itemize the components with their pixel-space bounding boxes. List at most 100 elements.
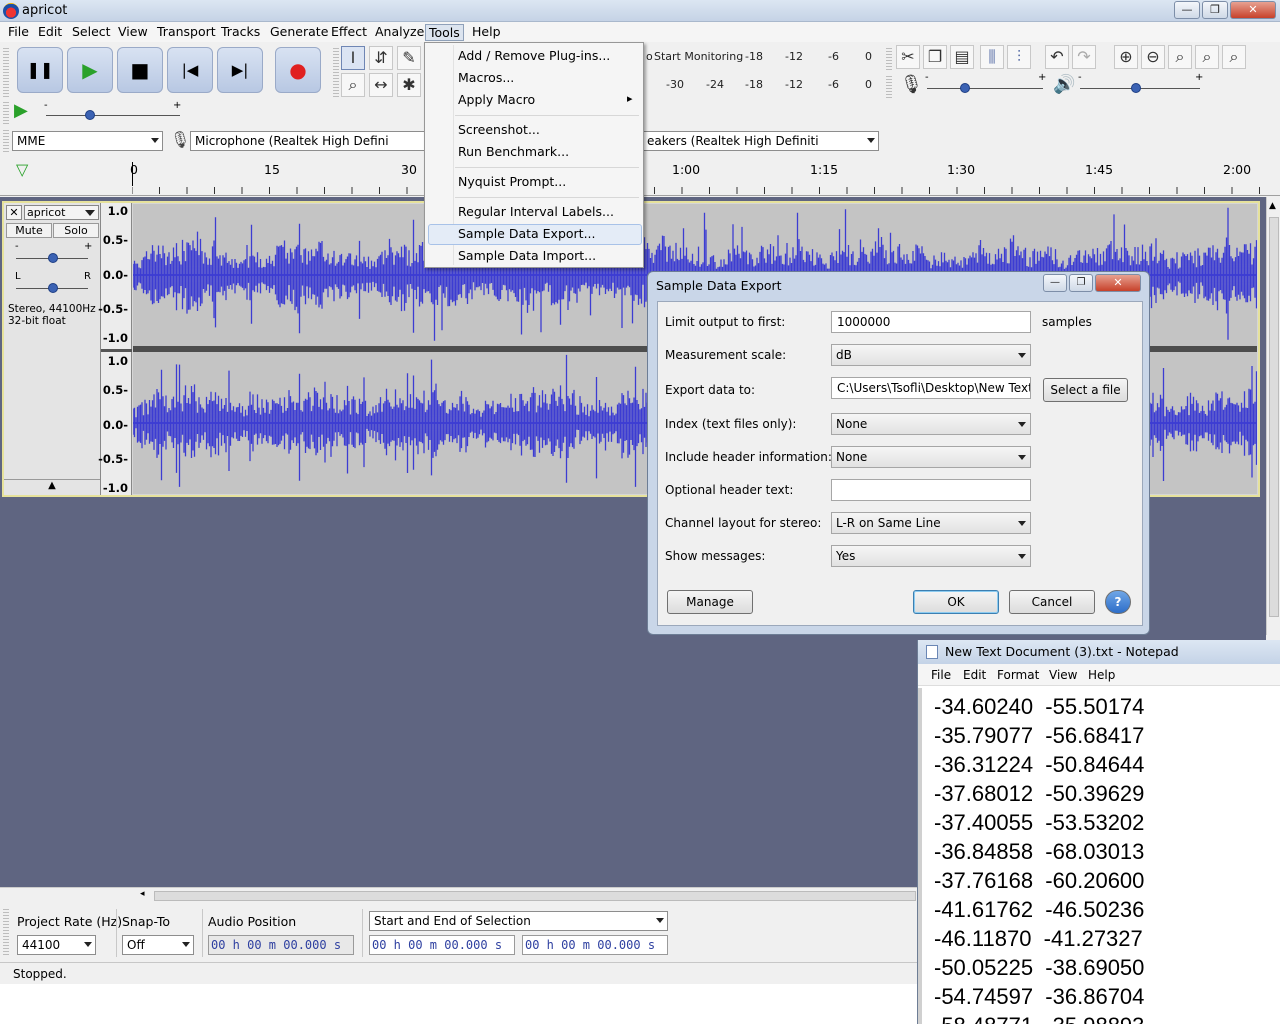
notepad-line[interactable]: -37.40055 -53.53202 [934, 810, 1144, 836]
menu-item-run-benchmark[interactable]: Run Benchmark... [458, 144, 569, 159]
dialog-maximize-button[interactable]: ❐ [1069, 274, 1093, 292]
toolbar-grip[interactable] [3, 100, 9, 126]
horizontal-scrollbar[interactable]: ◂ [0, 887, 918, 903]
menu-effect[interactable]: Effect [328, 24, 370, 41]
rec-volume-slider[interactable] [927, 88, 1043, 89]
zoom-tool-icon[interactable]: ⌕ [341, 73, 365, 97]
multi-tool-icon[interactable]: ✱ [397, 73, 421, 97]
menu-item-screenshot[interactable]: Screenshot... [458, 122, 540, 137]
scroll-up-icon[interactable]: ▲ [1269, 201, 1276, 211]
notepad-line[interactable]: -36.31224 -50.84644 [934, 752, 1144, 778]
play-volume-knob[interactable] [1131, 83, 1141, 93]
zoom-in-icon[interactable]: ⊕ [1114, 45, 1138, 69]
record-button[interactable]: ● [275, 47, 321, 93]
notepad-line[interactable]: -37.68012 -50.39629 [934, 781, 1144, 807]
pan-knob[interactable] [48, 283, 58, 293]
speed-knob[interactable] [85, 110, 95, 120]
rec-volume-knob[interactable] [960, 83, 970, 93]
play-button[interactable]: ▶ [67, 47, 113, 93]
optional-header-input[interactable] [831, 479, 1031, 501]
vertical-scrollbar[interactable]: ▲ [1266, 197, 1280, 635]
trim-icon[interactable]: ⫼ [980, 45, 1004, 69]
limit-input[interactable]: 1000000 [831, 311, 1031, 333]
menu-tools[interactable]: Tools [425, 24, 464, 41]
notepad-line[interactable]: -34.60240 -55.50174 [934, 694, 1144, 720]
minimize-button[interactable]: — [1174, 1, 1200, 19]
export-path-input[interactable]: C:\Users\Tsofli\Desktop\New Text D [831, 377, 1031, 399]
notepad-menu-view[interactable]: View [1049, 668, 1077, 682]
recording-device-select[interactable]: Microphone (Realtek High Defini [190, 131, 426, 151]
track-name-menu[interactable]: apricot [24, 205, 99, 220]
menu-transport[interactable]: Transport [154, 24, 219, 41]
toolbar-grip[interactable] [3, 46, 9, 98]
scroll-thumb[interactable] [154, 891, 916, 901]
cancel-button[interactable]: Cancel [1009, 590, 1095, 614]
draw-tool-icon[interactable]: ✎ [397, 46, 421, 70]
notepad-line[interactable]: -46.11870 -41.27327 [934, 926, 1143, 952]
envelope-tool-icon[interactable]: ⇵ [369, 46, 393, 70]
menu-edit[interactable]: Edit [35, 24, 65, 41]
menu-help[interactable]: Help [469, 24, 504, 41]
index-select[interactable]: None [831, 413, 1031, 435]
dialog-close-button[interactable]: ✕ [1095, 274, 1141, 292]
toolbar-grip[interactable] [333, 46, 339, 98]
zoom-out-icon[interactable]: ⊖ [1141, 45, 1165, 69]
close-button[interactable]: ✕ [1230, 1, 1276, 19]
notepad-line[interactable]: -35.79077 -56.68417 [934, 723, 1144, 749]
selection-mode-select[interactable]: Start and End of Selection [369, 911, 668, 931]
channel-layout-select[interactable]: L-R on Same Line [831, 512, 1031, 534]
paste-icon[interactable]: ▤ [950, 45, 974, 69]
menu-item-apply-macro[interactable]: Apply Macro [458, 92, 535, 107]
play-at-speed-icon[interactable]: ▶ [14, 100, 28, 121]
manage-button[interactable]: Manage [667, 590, 753, 614]
silence-icon[interactable]: ⫶ [1007, 45, 1031, 69]
menu-item-nyquist-prompt[interactable]: Nyquist Prompt... [458, 174, 566, 189]
menu-select[interactable]: Select [69, 24, 114, 41]
menu-file[interactable]: File [5, 24, 32, 41]
notepad-line[interactable]: -41.61762 -46.50236 [934, 897, 1144, 923]
notepad-line[interactable]: -58.48771 -35.98893 [934, 1013, 1144, 1024]
audio-host-select[interactable]: MME [12, 131, 163, 151]
menu-tracks[interactable]: Tracks [218, 24, 263, 41]
notepad-line[interactable]: -37.76168 -60.20600 [934, 868, 1144, 894]
notepad-menu-format[interactable]: Format [997, 668, 1039, 682]
timeshift-tool-icon[interactable]: ↔ [369, 73, 393, 97]
track-control-panel[interactable]: ✕ apricot Mute Solo - + L R Stereo, 4410… [4, 203, 101, 495]
zoom-toggle-icon[interactable]: ⌕ [1222, 45, 1246, 69]
playback-device-select[interactable]: eakers (Realtek High Definiti [643, 131, 879, 151]
menu-item-add-remove-plugins[interactable]: Add / Remove Plug-ins... [458, 48, 610, 63]
gain-knob[interactable] [48, 253, 58, 263]
menu-item-macros[interactable]: Macros... [458, 70, 514, 85]
start-monitoring-label[interactable]: Start Monitoring [654, 50, 743, 70]
collapse-track-icon[interactable]: ▲ [4, 479, 100, 495]
selection-tool-icon[interactable]: I [341, 46, 365, 70]
select-file-button[interactable]: Select a file [1043, 378, 1128, 402]
menu-item-sample-data-import[interactable]: Sample Data Import... [458, 248, 596, 263]
copy-icon[interactable]: ❐ [923, 45, 947, 69]
pause-button[interactable]: ❚❚ [17, 47, 63, 93]
header-select[interactable]: None [831, 446, 1031, 468]
notepad-menu-file[interactable]: File [931, 668, 951, 682]
audio-position-field[interactable]: 00 h 00 m 00.000 s [208, 935, 354, 955]
redo-icon[interactable]: ↷ [1072, 45, 1096, 69]
mute-button[interactable]: Mute [6, 223, 52, 238]
fit-selection-icon[interactable]: ⌕ [1168, 45, 1192, 69]
notepad-line[interactable]: -50.05225 -38.69050 [934, 955, 1144, 981]
skip-to-start-button[interactable]: |◀ [167, 47, 213, 93]
ok-button[interactable]: OK [913, 590, 999, 614]
show-messages-select[interactable]: Yes [831, 545, 1031, 567]
toolbar-grip[interactable] [3, 907, 9, 957]
selection-end-field[interactable]: 00 h 00 m 00.000 s [522, 935, 668, 955]
scroll-left-icon[interactable]: ◂ [140, 889, 145, 899]
menu-analyze[interactable]: Analyze [372, 24, 427, 41]
notepad-line[interactable]: -36.84858 -68.03013 [934, 839, 1144, 865]
speed-slider[interactable] [46, 115, 180, 116]
fit-project-icon[interactable]: ⌕ [1195, 45, 1219, 69]
menu-view[interactable]: View [115, 24, 151, 41]
undo-icon[interactable]: ↶ [1045, 45, 1069, 69]
selection-start-field[interactable]: 00 h 00 m 00.000 s [369, 935, 515, 955]
dialog-minimize-button[interactable]: — [1043, 274, 1067, 292]
scale-select[interactable]: dB [831, 344, 1031, 366]
menu-item-regular-interval-labels[interactable]: Regular Interval Labels... [458, 204, 614, 219]
project-rate-select[interactable]: 44100 [17, 935, 96, 955]
